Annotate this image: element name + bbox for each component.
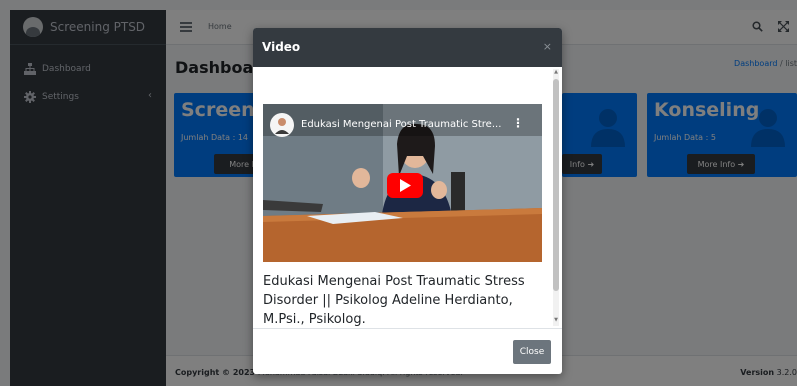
- scroll-down-arrow-icon[interactable]: ▼: [554, 317, 558, 323]
- youtube-video-embed[interactable]: Edukasi Mengenai Post Traumatic Stre... …: [263, 104, 542, 262]
- video-modal: Video × Edukasi Mengenai Post Traumatic …: [253, 28, 562, 374]
- scroll-up-arrow-icon[interactable]: ▲: [554, 69, 558, 75]
- modal-body: Edukasi Mengenai Post Traumatic Stre... …: [253, 67, 562, 328]
- video-caption: Edukasi Mengenai Post Traumatic Stress D…: [263, 274, 525, 327]
- modal-footer: Close: [253, 328, 562, 374]
- close-button[interactable]: Close: [513, 340, 551, 364]
- modal-scrollbar-thumb[interactable]: [553, 79, 559, 291]
- more-vert-icon[interactable]: ⋮: [512, 116, 524, 130]
- modal-header: Video ×: [253, 28, 562, 67]
- video-title: Edukasi Mengenai Post Traumatic Stre...: [301, 119, 502, 130]
- modal-title: Video: [262, 40, 301, 54]
- close-icon[interactable]: ×: [543, 40, 552, 53]
